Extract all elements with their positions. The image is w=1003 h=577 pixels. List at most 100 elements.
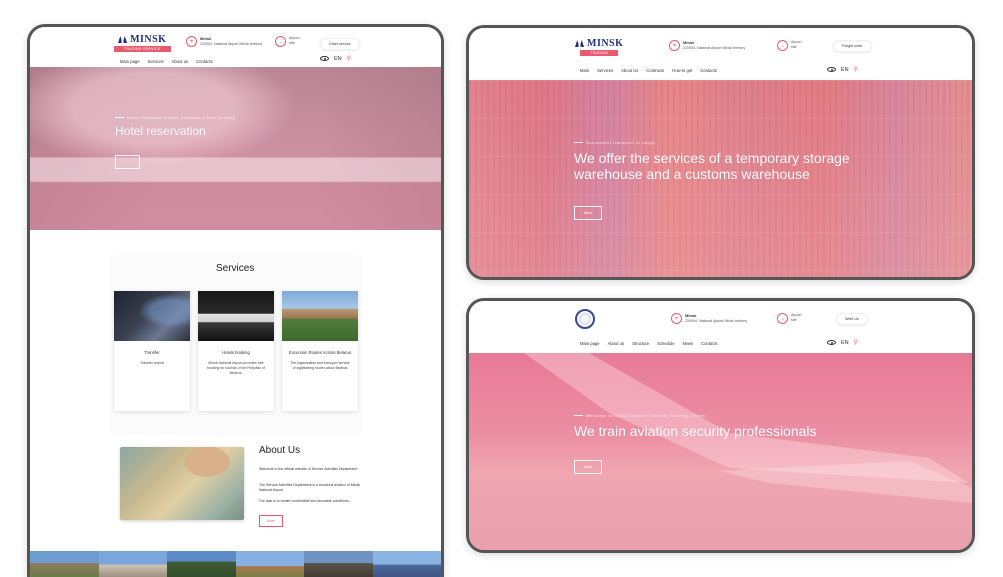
logo-tag: TRADING: [580, 50, 619, 56]
airplane-wing-graphic: [524, 353, 972, 503]
header-tools: EN ⚲: [827, 66, 858, 73]
hero-title: We offer the services of a temporary sto…: [574, 150, 850, 183]
write-us-button[interactable]: Write Us: [836, 313, 868, 325]
nav-item[interactable]: Main page: [120, 59, 140, 64]
freight-order-button[interactable]: Freight order: [833, 40, 872, 52]
gallery-photo[interactable]: [167, 551, 236, 577]
header-tools: EN ⚲: [320, 55, 351, 62]
nav-item[interactable]: Main page: [580, 341, 600, 346]
arrow-right-icon: →: [275, 36, 286, 47]
main-nav: Main page About us Structure Schedule Ne…: [580, 341, 718, 346]
search-icon[interactable]: ⚲: [854, 339, 858, 346]
card-title: Hotels booking: [222, 350, 250, 355]
transfer-image: [114, 291, 190, 341]
service-card-transfer[interactable]: Transfer Transfer airport: [114, 291, 190, 411]
gallery-photo[interactable]: [98, 551, 167, 577]
language-switch[interactable]: EN: [334, 56, 342, 62]
language-switch[interactable]: EN: [841, 340, 849, 346]
photo-gallery: [30, 551, 441, 577]
services-title: Services: [216, 263, 255, 274]
site-header: ⌖ Minsk 220054, National Airport Minsk te…: [469, 301, 972, 353]
castle-image: [282, 291, 358, 341]
about-image: [120, 447, 244, 520]
site-header: MINSK TRADING ⌖ Minsk 220054, National Ai…: [469, 28, 972, 80]
about-more-button[interactable]: More: [259, 515, 283, 527]
main-nav: Main page Services About us Contacts: [120, 59, 213, 64]
gallery-photo[interactable]: [372, 551, 441, 577]
nav-item[interactable]: Contacts: [701, 341, 718, 346]
eye-icon[interactable]: [827, 340, 836, 345]
card-title: Excursion Routes Across Belarus: [289, 350, 351, 355]
airport-site-link[interactable]: → Airport site: [777, 313, 802, 324]
map-pin-icon: ⌖: [186, 36, 197, 47]
nav-item[interactable]: Services: [597, 68, 613, 73]
search-icon[interactable]: ⚲: [854, 66, 858, 73]
hero-more-button[interactable]: More: [574, 206, 603, 220]
nav-item[interactable]: Main: [580, 68, 589, 73]
card-desc: Transfer airport: [140, 360, 164, 365]
logo-name: MINSK: [130, 34, 167, 45]
website-preview-cargo: MINSK TRADING ⌖ Minsk 220054, National Ai…: [466, 25, 975, 280]
hero-kicker: Successful transport of cargo: [574, 140, 655, 145]
hero-banner: Successful transport of cargo We offer t…: [469, 80, 972, 277]
gallery-photo[interactable]: [30, 551, 99, 577]
location-address: 220054, National Airport Minsk territory: [200, 41, 263, 46]
gallery-photo[interactable]: [235, 551, 304, 577]
nav-item[interactable]: News: [683, 341, 693, 346]
airport-site-line2: site: [289, 41, 295, 46]
hero-kicker: Minsk National Airport provides a free p…: [115, 115, 235, 120]
location-address: 220054, National Airport Minsk territory: [685, 318, 748, 323]
nav-item[interactable]: Contacts: [196, 59, 213, 64]
search-icon[interactable]: ⚲: [347, 55, 351, 62]
hero-title: We train aviation security professionals: [574, 423, 817, 439]
logo-tag: TRADING SERVICE: [114, 46, 171, 52]
map-pin-icon: ⌖: [671, 313, 682, 324]
nav-item[interactable]: Services: [148, 59, 164, 64]
nav-item[interactable]: About us: [172, 59, 189, 64]
nav-item[interactable]: Contracts: [646, 68, 664, 73]
site-logo[interactable]: MINSK TRADING SERVICE: [114, 34, 171, 52]
airport-site-line1: Airport: [791, 313, 802, 317]
service-card-hotels[interactable]: Hotels booking Minsk National Airport pr…: [198, 291, 274, 411]
hero-banner: Welcome to ICAO Aviation Security Traini…: [469, 353, 972, 550]
airport-site-line1: Airport: [791, 40, 802, 44]
location-info: ⌖ Minsk 220054, National Airport Minsk te…: [671, 313, 747, 324]
nav-item[interactable]: Structure: [632, 341, 649, 346]
airport-site-line1: Airport: [289, 36, 300, 40]
airport-site-line2: site: [791, 45, 797, 50]
location-info: ⌖ Minsk 220054, National Airport Minsk te…: [186, 36, 262, 47]
airport-site-link[interactable]: → Airport site: [777, 40, 802, 51]
logo-mark-icon: [575, 40, 584, 47]
header-tools: EN ⚲: [827, 339, 858, 346]
airport-site-link[interactable]: → Airport site: [275, 36, 300, 47]
hero-more-button[interactable]: More: [574, 460, 603, 474]
gallery-photo[interactable]: [304, 551, 373, 577]
hero-button[interactable]: [115, 155, 140, 169]
about-paragraph: The Service Activities Department is a s…: [259, 483, 360, 493]
icao-emblem-icon[interactable]: [575, 309, 595, 329]
location-info: ⌖ Minsk 220054, National Airport Minsk te…: [669, 40, 745, 51]
nav-item[interactable]: Contacts: [700, 68, 717, 73]
order-service-button[interactable]: Order service: [320, 38, 360, 50]
location-address: 220054, National Airport Minsk territory: [683, 45, 746, 50]
nav-item[interactable]: About us: [608, 341, 625, 346]
nav-item[interactable]: Schedule: [657, 341, 674, 346]
logo-name: MINSK: [587, 38, 624, 49]
nav-item[interactable]: How to get: [672, 68, 692, 73]
nav-item[interactable]: About Us: [621, 68, 638, 73]
website-preview-training: ⌖ Minsk 220054, National Airport Minsk te…: [466, 298, 975, 553]
about-title: About Us: [259, 445, 301, 456]
hero-banner: Minsk National Airport provides a free p…: [30, 67, 441, 230]
hero-photo-overlay: [30, 67, 441, 230]
arrow-right-icon: →: [777, 313, 788, 324]
eye-icon[interactable]: [827, 67, 836, 72]
eye-icon[interactable]: [320, 56, 329, 61]
about-paragraph: Welcome to the official website of Servi…: [259, 467, 358, 471]
language-switch[interactable]: EN: [841, 67, 849, 73]
hero-kicker: Welcome to ICAO Aviation Security Traini…: [574, 413, 706, 418]
logo-mark-icon: [118, 36, 128, 43]
card-title: Transfer: [144, 350, 160, 355]
site-logo[interactable]: MINSK TRADING: [575, 38, 623, 56]
service-card-excursion[interactable]: Excursion Routes Across Belarus The orga…: [282, 291, 358, 411]
airport-site-line2: site: [791, 318, 797, 323]
